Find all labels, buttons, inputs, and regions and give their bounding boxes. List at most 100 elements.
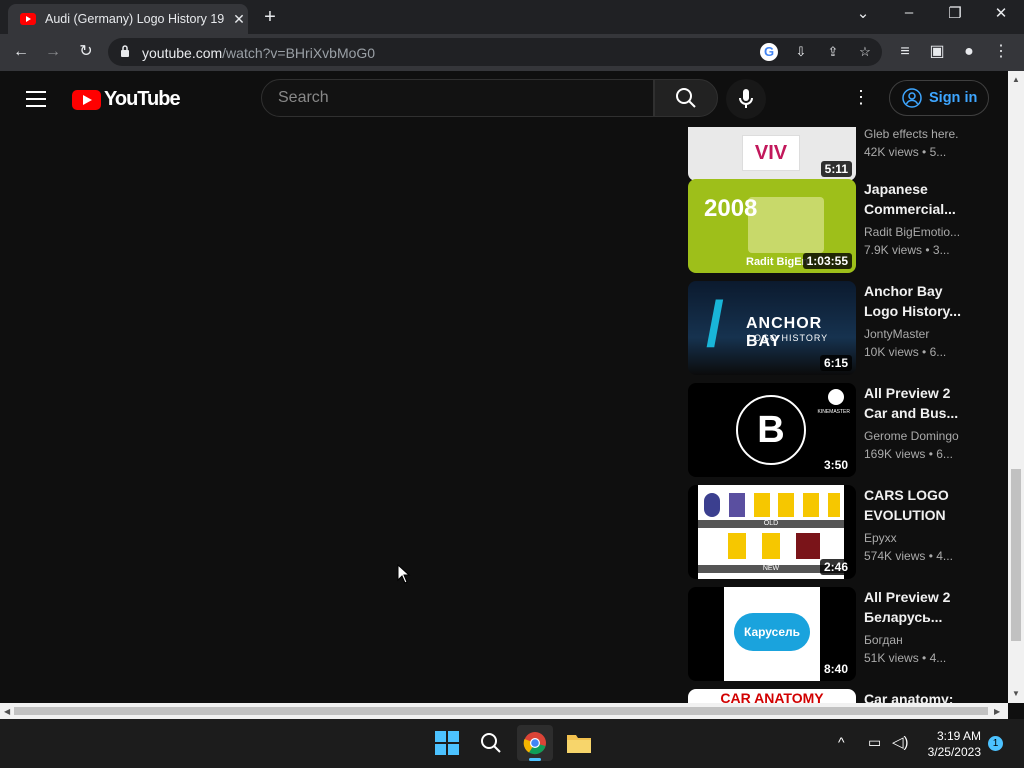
channel-name[interactable]: Богдан [864,631,974,649]
tab-search-chevron-icon[interactable]: ⌄ [848,4,878,22]
voice-search-button[interactable] [726,79,766,119]
upload-age: 4... [936,549,953,563]
video-thumbnail[interactable]: OLD NEW 2:46 [688,485,856,579]
channel-name[interactable]: JontyMaster [864,325,974,343]
search-button[interactable] [654,79,718,117]
list-item[interactable]: / ANCHOR BAY LOGO HISTORY 6:15 Anchor Ba… [688,281,988,377]
url-path: /watch?v=BHriXvbMoG0 [222,45,376,61]
notification-badge[interactable]: 1 [988,736,1003,751]
duration-badge: 8:40 [819,661,852,677]
back-icon[interactable]: ← [10,41,32,63]
video-title[interactable]: CARS LOGO EVOLUTION [864,485,974,525]
video-thumbnail[interactable]: VIV 5:11 [688,127,856,181]
youtube-logo[interactable]: YouTube [72,88,181,111]
vertical-scrollbar[interactable]: ▲ ▼ [1008,71,1024,703]
search-input[interactable] [276,88,640,108]
tab-title: Audi (Germany) Logo History 19 [45,12,225,26]
scroll-up-arrow-icon[interactable]: ▲ [1012,75,1020,84]
bugatti-logo-icon: B [736,395,806,465]
thumb-watermark-text: KINEMASTER [817,409,850,415]
install-app-icon[interactable]: ⇩ [792,43,810,61]
reload-icon[interactable]: ↻ [75,41,97,63]
view-count: 169K views [864,447,926,461]
thumb-anchor-mark: / [706,288,724,360]
thumb-title-text: CAR ANATOMY [720,690,824,703]
video-thumbnail[interactable]: Карусель 8:40 [688,587,856,681]
clock[interactable]: 3:19 AM 3/25/2023 [928,728,981,760]
forward-icon[interactable]: → [42,41,64,63]
list-item[interactable]: B KINEMASTER 3:50 All Preview 2 Car and … [688,383,988,479]
list-item[interactable]: 2008 Radit BigEn 1:03:55 Japanese Commer… [688,179,988,275]
minimize-icon[interactable]: – [894,4,924,21]
upload-age: 6... [929,345,947,359]
thumb-product-image [748,197,824,253]
channel-name[interactable]: Gerome Domingo [864,427,974,445]
view-count: 7.9K views [864,243,923,257]
profile-icon[interactable]: ● [958,41,980,63]
upload-age: 5... [929,145,947,159]
start-button[interactable] [429,725,465,761]
scroll-right-arrow-icon[interactable]: ▶ [994,707,1000,716]
volume-icon[interactable]: ◁) [892,733,909,751]
video-title[interactable]: Japanese Commercial... [864,179,974,219]
karusel-logo-text: Карусель [734,613,810,651]
menu-hamburger-icon[interactable] [26,91,46,112]
video-title[interactable]: All Preview 2 Беларусь... [864,587,974,627]
channel-name[interactable]: Epyxx [864,529,974,547]
video-thumbnail[interactable]: 2008 Radit BigEn 1:03:55 [688,179,856,273]
channel-name[interactable]: Gleb effects here. [864,127,974,143]
restore-icon[interactable]: ❐ [940,4,970,22]
window-close-icon[interactable]: ✕ [986,4,1016,22]
list-item[interactable]: CAR ANATOMY Car anatomy: [688,689,988,703]
video-thumbnail[interactable]: B KINEMASTER 3:50 [688,383,856,477]
share-icon[interactable]: ⇪ [824,43,842,61]
clock-time: 3:19 AM [936,729,981,743]
settings-more-icon[interactable]: ⋮ [852,87,870,111]
mouse-cursor-icon [397,564,411,584]
vertical-scroll-thumb[interactable] [1011,469,1021,641]
video-thumbnail[interactable]: / ANCHOR BAY LOGO HISTORY 6:15 [688,281,856,375]
search-icon [481,733,501,753]
lock-icon [121,45,129,57]
side-panel-icon[interactable]: ▣ [926,41,948,63]
video-title[interactable]: Car anatomy: [864,689,974,703]
search-box[interactable] [261,79,654,117]
video-thumbnail[interactable]: CAR ANATOMY [688,689,856,703]
scroll-left-arrow-icon[interactable]: ◀ [4,707,10,716]
duration-badge: 1:03:55 [802,253,852,269]
folder-icon [567,735,591,753]
youtube-header: YouTube ⋮ Sign in [0,71,1008,127]
view-count: 574K views [864,549,926,563]
list-item[interactable]: Карусель 8:40 All Preview 2 Беларусь... … [688,587,988,683]
channel-name[interactable]: Radit BigEmotio... [864,223,974,241]
tab-close-icon[interactable]: ✕ [231,11,247,28]
google-lens-icon[interactable]: G [760,43,778,61]
list-item[interactable]: VIV 5:11 Gleb effects here. 42K views • … [688,127,988,183]
duration-badge: 5:11 [820,161,852,177]
tab-active[interactable]: Audi (Germany) Logo History 19 ✕ [8,4,248,34]
view-count: 42K views [864,145,919,159]
windows-taskbar: ^ ▭ ◁) 3:19 AM 3/25/2023 1 [0,719,1024,768]
taskbar-chrome-button[interactable] [517,725,553,761]
video-title[interactable]: All Preview 2 Car and Bus... [864,383,974,423]
taskbar-search-button[interactable] [473,725,509,761]
search-icon [676,88,696,108]
horizontal-scroll-thumb[interactable] [14,707,988,715]
network-icon[interactable]: ▭ [868,734,881,751]
url-host: youtube.com [142,45,223,61]
horizontal-scrollbar[interactable]: ◀ ▶ [0,703,1008,719]
video-title[interactable]: Anchor Bay Logo History... [864,281,974,321]
view-count: 51K views [864,651,919,665]
list-item[interactable]: OLD NEW 2:46 CARS LOGO EVOLUTION Epyxx 5… [688,485,988,581]
bookmark-star-icon[interactable]: ☆ [856,43,874,61]
url-text[interactable]: youtube.com/watch?v=BHriXvbMoG0 [142,45,375,61]
thumb-caption: Radit BigEn [746,256,809,268]
scroll-down-arrow-icon[interactable]: ▼ [1012,689,1020,698]
media-control-icon[interactable]: ≡ [894,41,916,63]
taskbar-file-explorer-button[interactable] [561,725,597,761]
sign-in-button[interactable]: Sign in [889,80,989,116]
address-bar[interactable]: youtube.com/watch?v=BHriXvbMoG0 G ⇩ ⇪ ☆ [108,38,882,66]
chrome-menu-icon[interactable]: ⋮ [990,41,1012,63]
show-hidden-icons-chevron-icon[interactable]: ^ [838,734,845,750]
new-tab-icon[interactable]: + [260,6,280,29]
